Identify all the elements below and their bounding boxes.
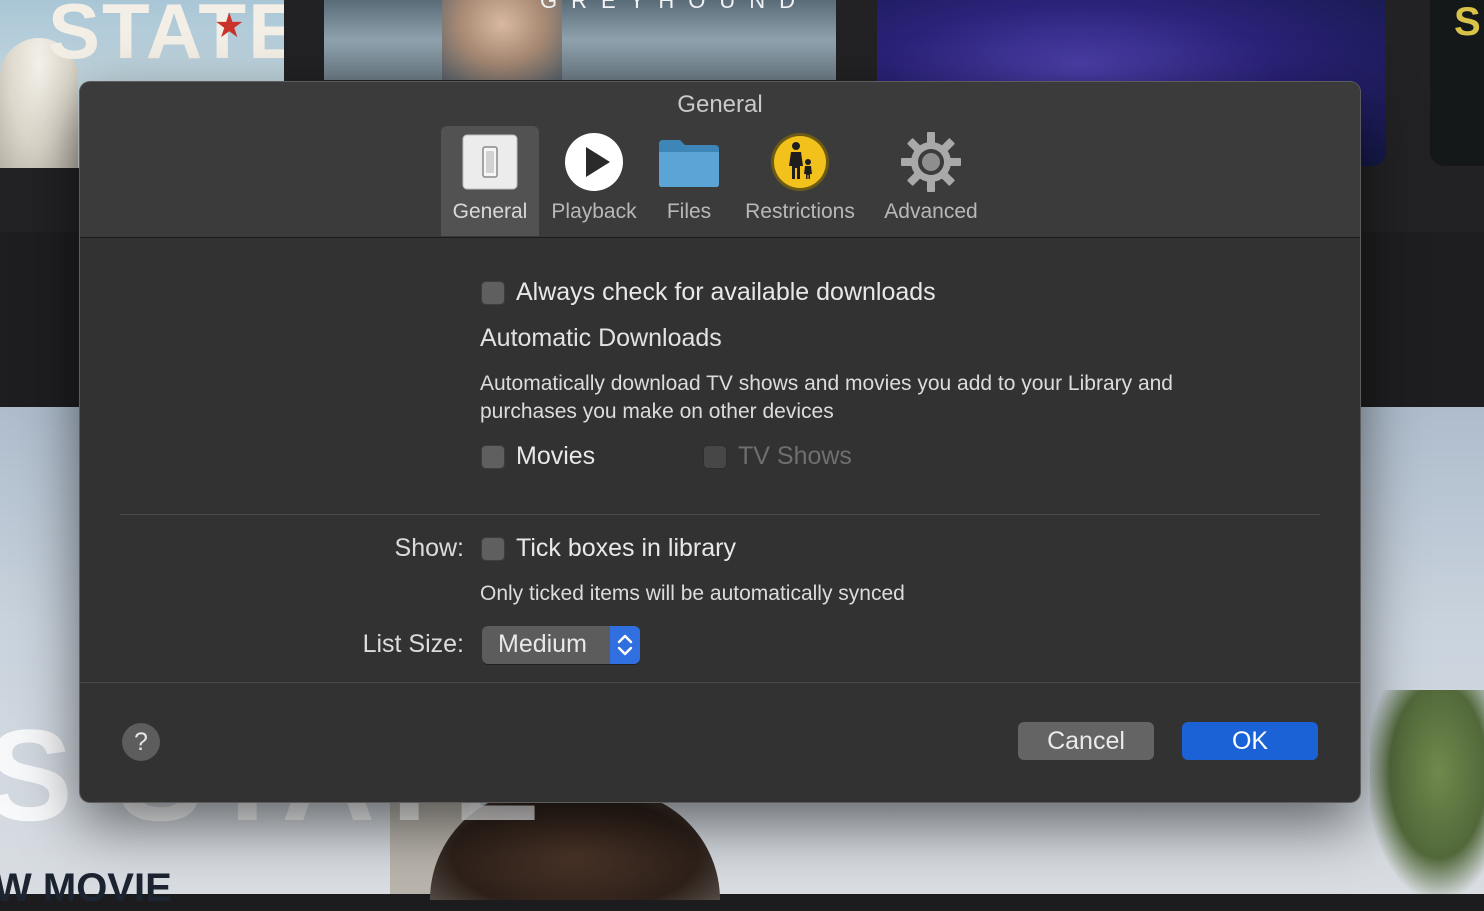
tv-shows-label: TV Shows bbox=[738, 442, 852, 470]
hero-tree bbox=[1370, 690, 1484, 894]
poster-title: GREYHOUND bbox=[540, 0, 810, 13]
section-divider bbox=[120, 514, 1320, 515]
gear-icon bbox=[901, 132, 961, 192]
movies-label[interactable]: Movies bbox=[516, 442, 595, 471]
tab-advanced-label: Advanced bbox=[884, 200, 978, 223]
play-icon bbox=[564, 132, 624, 192]
tab-files[interactable]: Files bbox=[654, 126, 724, 236]
list-size-value: Medium bbox=[498, 630, 587, 658]
dialog-footer: ? Cancel OK bbox=[80, 682, 1360, 802]
general-pane: Always check for available downloads Aut… bbox=[80, 238, 1360, 682]
automatic-downloads-description-line1: Automatically download TV shows and movi… bbox=[480, 372, 1173, 395]
tab-playback[interactable]: Playback bbox=[540, 126, 648, 236]
poster-greyhound[interactable]: GREYHOUND bbox=[324, 0, 836, 80]
show-label: Show: bbox=[394, 534, 464, 562]
help-button[interactable]: ? bbox=[122, 723, 160, 761]
sync-note: Only ticked items will be automatically … bbox=[480, 582, 905, 605]
list-size-popup[interactable]: Medium bbox=[482, 626, 640, 664]
cancel-button[interactable]: Cancel bbox=[1018, 722, 1154, 760]
general-switch-icon bbox=[460, 132, 520, 192]
tick-boxes-label[interactable]: Tick boxes in library bbox=[516, 534, 736, 563]
folder-icon bbox=[658, 132, 719, 192]
preferences-dialog: General General Playback Files Restricti… bbox=[80, 82, 1360, 802]
automatic-downloads-heading: Automatic Downloads bbox=[480, 324, 722, 352]
tab-playback-label: Playback bbox=[551, 200, 637, 223]
poster-title-fragment: S bbox=[1454, 0, 1481, 44]
star-icon: ★ bbox=[214, 7, 245, 45]
poster-partial[interactable]: S bbox=[1430, 0, 1484, 166]
tab-general-label: General bbox=[452, 200, 528, 223]
tab-advanced[interactable]: Advanced bbox=[874, 126, 988, 236]
window-title: General bbox=[677, 91, 763, 118]
popup-chevrons-icon bbox=[610, 626, 640, 664]
list-size-label: List Size: bbox=[362, 630, 464, 658]
tick-boxes-checkbox[interactable] bbox=[481, 537, 505, 561]
ok-button[interactable]: OK bbox=[1182, 722, 1318, 760]
parental-controls-icon bbox=[770, 132, 830, 192]
always-check-label[interactable]: Always check for available downloads bbox=[516, 278, 936, 307]
tv-shows-checkbox[interactable] bbox=[703, 445, 727, 469]
tab-restrictions-label: Restrictions bbox=[745, 200, 855, 223]
hero-subtitle: W MOVIE bbox=[0, 866, 172, 910]
automatic-downloads-description-line2: purchases you make on other devices bbox=[480, 400, 834, 423]
tab-restrictions[interactable]: Restrictions bbox=[732, 126, 868, 236]
tab-general[interactable]: General bbox=[441, 126, 539, 236]
preferences-toolbar: General General Playback Files Restricti… bbox=[80, 82, 1360, 238]
tab-files-label: Files bbox=[666, 200, 712, 223]
poster-title: STATE bbox=[48, 0, 284, 75]
always-check-checkbox[interactable] bbox=[481, 281, 505, 305]
movies-checkbox[interactable] bbox=[481, 445, 505, 469]
